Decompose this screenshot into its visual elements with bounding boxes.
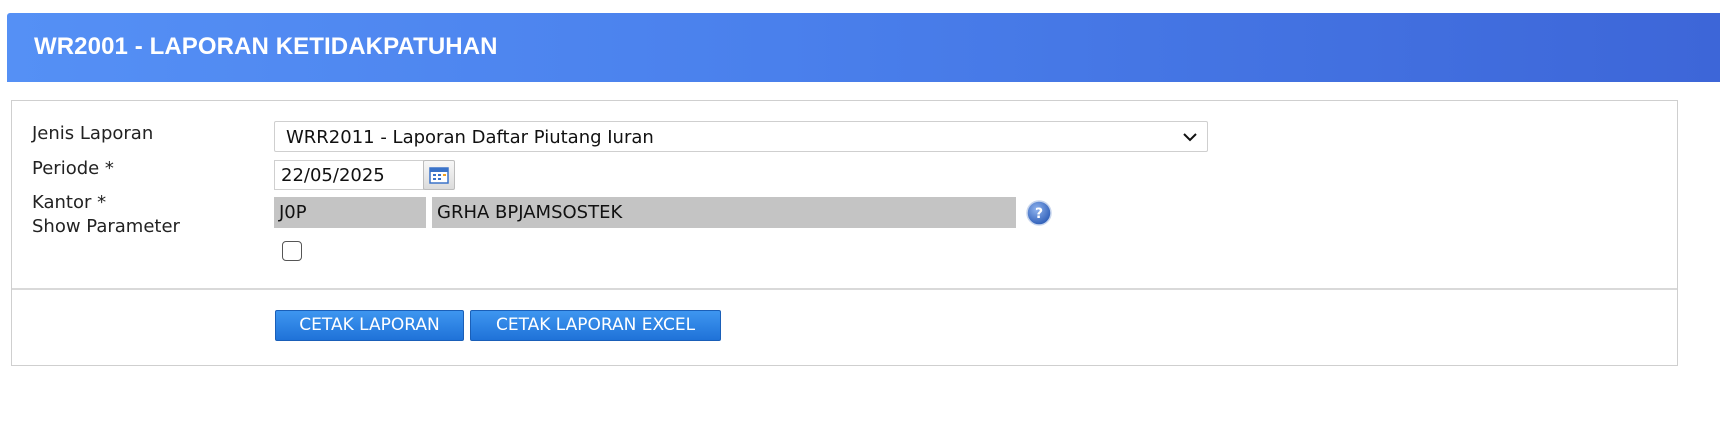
report-form-panel: Jenis Laporan WRR2011 - Laporan Daftar P…: [11, 100, 1678, 366]
calendar-button[interactable]: [423, 160, 455, 190]
svg-text:?: ?: [1035, 206, 1043, 222]
jenis-laporan-value: WRR2011 - Laporan Daftar Piutang Iuran: [286, 127, 654, 148]
cetak-laporan-button[interactable]: CETAK LAPORAN: [275, 310, 464, 341]
page-title: WR2001 - LAPORAN KETIDAKPATUHAN: [34, 33, 498, 60]
periode-label: Periode *: [32, 158, 114, 179]
periode-value: 22/05/2025: [281, 165, 385, 186]
jenis-laporan-select[interactable]: WRR2011 - Laporan Daftar Piutang Iuran: [274, 121, 1208, 152]
kantor-code-field[interactable]: J0P: [274, 197, 426, 228]
show-parameter-checkbox[interactable]: [282, 241, 302, 261]
show-parameter-label: Show Parameter: [32, 216, 180, 237]
jenis-laporan-label: Jenis Laporan: [32, 123, 154, 144]
help-icon[interactable]: ?: [1026, 200, 1052, 226]
chevron-down-icon: [1183, 133, 1197, 142]
cetak-laporan-excel-button[interactable]: CETAK LAPORAN EXCEL: [470, 310, 721, 341]
calendar-icon: [429, 167, 449, 184]
kantor-name-value: GRHA BPJAMSOSTEK: [437, 202, 623, 223]
form-divider: [12, 288, 1677, 290]
kantor-code-value: J0P: [279, 202, 307, 223]
page-header: WR2001 - LAPORAN KETIDAKPATUHAN: [7, 13, 1720, 82]
periode-date-input[interactable]: 22/05/2025: [274, 160, 424, 190]
kantor-name-field[interactable]: GRHA BPJAMSOSTEK: [432, 197, 1016, 228]
kantor-label: Kantor *: [32, 192, 107, 213]
